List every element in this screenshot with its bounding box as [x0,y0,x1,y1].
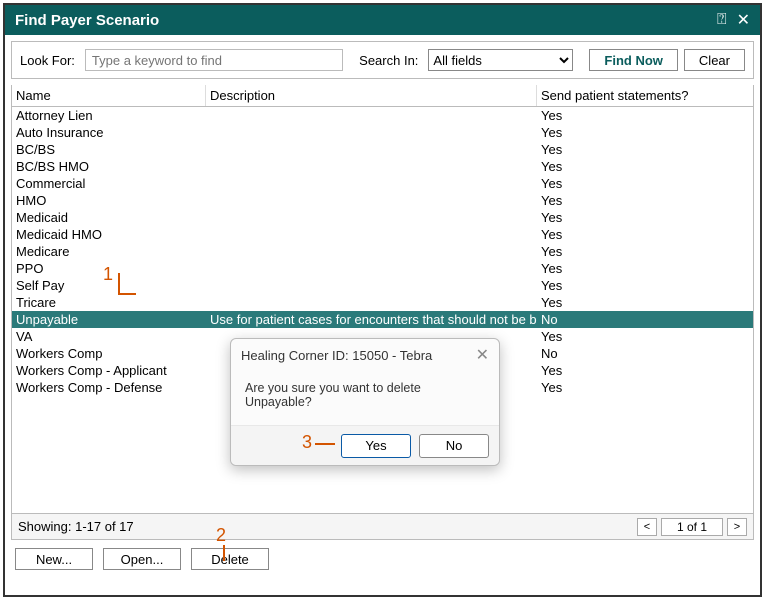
cell-name: Medicaid HMO [12,226,206,243]
table-row[interactable]: Medicaid HMO Yes [12,226,753,243]
search-panel: Look For: Search In: All fields Find Now… [11,41,754,79]
table-row[interactable]: Tricare Yes [12,294,753,311]
column-header-send[interactable]: Send patient statements? [537,85,753,106]
look-for-label: Look For: [20,53,75,68]
results-grid: Name Description Send patient statements… [11,85,754,540]
dialog-no-button[interactable]: No [419,434,489,458]
cell-send: Yes [537,294,753,311]
close-icon[interactable]: ✕ [737,10,750,30]
pager: < > [637,518,747,536]
cell-name: BC/BS HMO [12,158,206,175]
cell-send: Yes [537,209,753,226]
page-input[interactable] [661,518,723,536]
table-row[interactable]: UnpayableUse for patient cases for encou… [12,311,753,328]
cell-send: Yes [537,175,753,192]
dialog-title: Healing Corner ID: 15050 - Tebra [241,348,432,363]
cell-send: Yes [537,277,753,294]
page-prev-button[interactable]: < [637,518,657,536]
cell-name: PPO [12,260,206,277]
table-row[interactable]: Commercial Yes [12,175,753,192]
cell-send: Yes [537,158,753,175]
title-bar: Find Payer Scenario ⍰ ✕ [5,5,760,35]
clear-button[interactable]: Clear [684,49,745,71]
cell-send: Yes [537,243,753,260]
cell-send: Yes [537,226,753,243]
cell-send: Yes [537,107,753,124]
cell-send: Yes [537,141,753,158]
cell-name: Unpayable [12,311,206,328]
cell-description: Use for patient cases for encounters tha… [206,311,537,328]
cell-name: Workers Comp - Defense [12,379,206,396]
delete-button[interactable]: Delete [191,548,269,570]
table-row[interactable]: BC/BS HMO Yes [12,158,753,175]
table-row[interactable]: BC/BS Yes [12,141,753,158]
cell-send: Yes [537,328,753,345]
dialog-close-icon[interactable]: ✕ [476,345,489,365]
cell-name: Workers Comp - Applicant [12,362,206,379]
cell-send: Yes [537,379,753,396]
cell-name: HMO [12,192,206,209]
showing-label: Showing: 1-17 of 17 [18,519,134,534]
find-now-button[interactable]: Find Now [589,49,678,71]
dialog-message: Are you sure you want to delete Unpayabl… [231,371,499,425]
grid-header: Name Description Send patient statements… [12,85,753,107]
cell-send: Yes [537,362,753,379]
bottom-button-bar: New... Open... Delete [5,540,760,578]
cell-name: Workers Comp [12,345,206,362]
cell-name: Commercial [12,175,206,192]
search-in-select[interactable]: All fields [428,49,573,71]
cell-send: Yes [537,124,753,141]
column-header-name[interactable]: Name [12,85,206,106]
table-row[interactable]: Medicaid Yes [12,209,753,226]
cell-name: Medicaid [12,209,206,226]
table-row[interactable]: Self Pay Yes [12,277,753,294]
cell-send: No [537,345,753,362]
column-header-description[interactable]: Description [206,85,537,106]
status-bar: Showing: 1-17 of 17 < > [12,513,753,539]
table-row[interactable]: Medicare Yes [12,243,753,260]
cell-name: Medicare [12,243,206,260]
cell-name: VA [12,328,206,345]
cell-send: Yes [537,260,753,277]
dialog-yes-button[interactable]: Yes [341,434,411,458]
confirm-dialog: Healing Corner ID: 15050 - Tebra ✕ Are y… [230,338,500,466]
page-next-button[interactable]: > [727,518,747,536]
cell-name: BC/BS [12,141,206,158]
window-title: Find Payer Scenario [15,12,159,29]
cell-send: No [537,311,753,328]
help-icon[interactable]: ⍰ [717,11,727,29]
cell-send: Yes [537,192,753,209]
table-row[interactable]: HMO Yes [12,192,753,209]
cell-name: Attorney Lien [12,107,206,124]
new-button[interactable]: New... [15,548,93,570]
cell-name: Tricare [12,294,206,311]
search-input[interactable] [85,49,343,71]
search-in-label: Search In: [359,53,418,68]
cell-name: Self Pay [12,277,206,294]
open-button[interactable]: Open... [103,548,181,570]
table-row[interactable]: Attorney Lien Yes [12,107,753,124]
cell-name: Auto Insurance [12,124,206,141]
table-row[interactable]: Auto Insurance Yes [12,124,753,141]
table-row[interactable]: PPO Yes [12,260,753,277]
